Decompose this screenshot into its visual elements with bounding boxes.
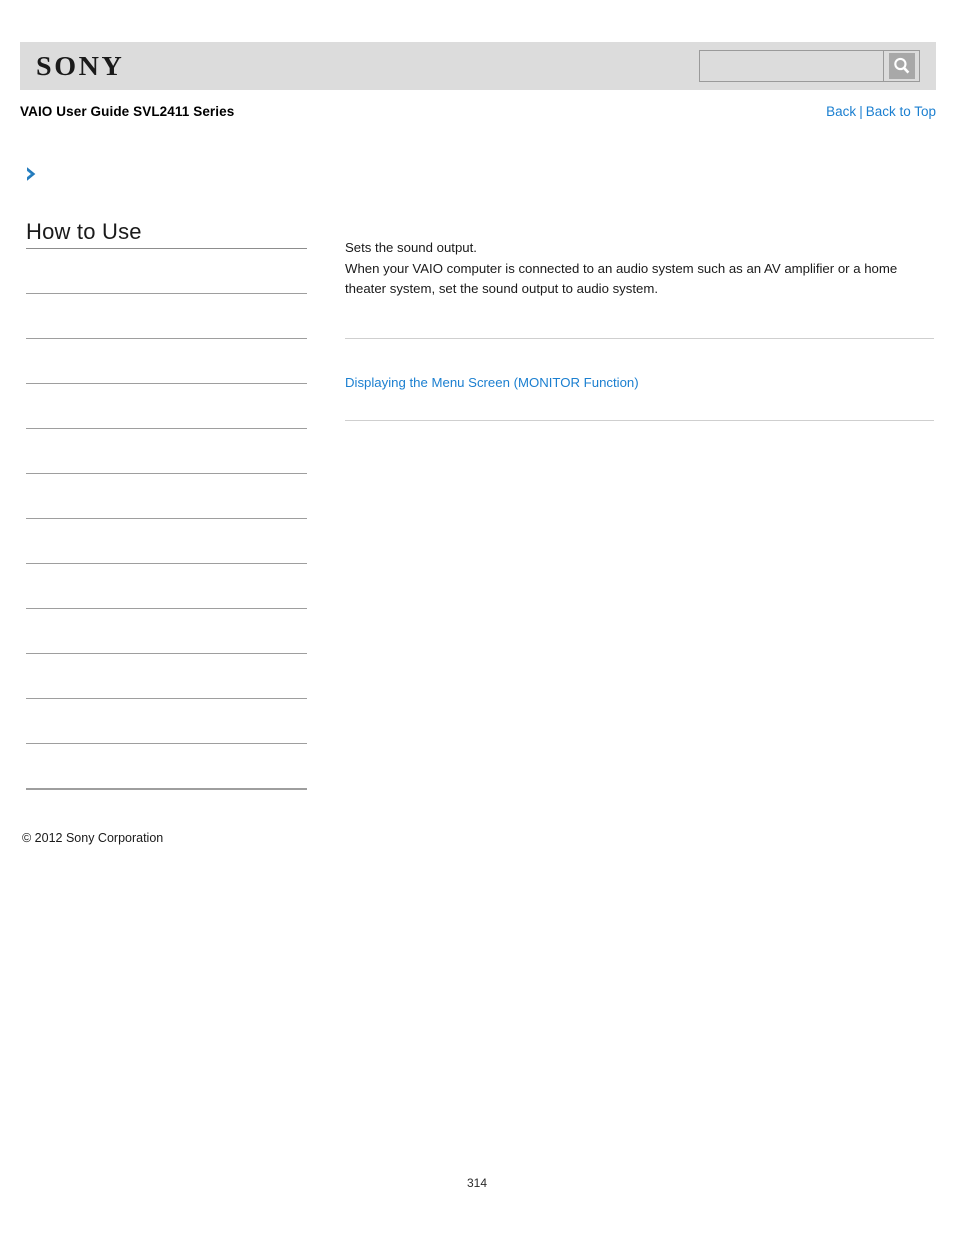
back-to-top-link[interactable]: Back to Top: [866, 104, 936, 119]
page-number: 314: [466, 1176, 488, 1190]
search-icon: [888, 53, 915, 79]
guide-title-row: VAIO User Guide SVL2411 Series Back | Back…: [20, 100, 936, 122]
sidebar-item-9[interactable]: [26, 653, 307, 698]
page-root: SONY VAIO User Guide SVL2411 Series Back…: [0, 0, 954, 1235]
sidebar-heading: How to Use: [26, 219, 142, 244]
main-content: Sets the sound output. When your VAIO co…: [345, 238, 934, 421]
search-button[interactable]: [883, 51, 919, 81]
nav-separator: |: [859, 103, 863, 119]
breadcrumb: [24, 160, 934, 188]
search-group: [699, 50, 920, 82]
content-divider-bottom: [345, 419, 934, 421]
header-bar: SONY: [20, 42, 936, 90]
sidebar-item-8[interactable]: [26, 608, 307, 653]
sidebar-list: [26, 248, 307, 788]
sidebar-item-5[interactable]: [26, 473, 307, 518]
chevron-right-icon[interactable]: [24, 165, 40, 183]
search-input[interactable]: [700, 51, 883, 81]
sidebar-bottom-divider: [26, 788, 307, 790]
copyright-text: © 2012 Sony Corporation: [22, 831, 164, 845]
content-paragraph-1: When your VAIO computer is connected to …: [345, 260, 898, 297]
content-paragraph-0: Sets the sound output.: [345, 240, 477, 255]
sidebar-item-2[interactable]: [26, 338, 307, 383]
back-link[interactable]: Back: [826, 104, 856, 119]
content-divider-top: [345, 337, 934, 339]
header-nav-links: Back | Back to Top: [826, 104, 936, 119]
sidebar-item-7[interactable]: [26, 563, 307, 608]
sony-logo: SONY: [36, 50, 125, 81]
sidebar-item-1[interactable]: [26, 293, 307, 338]
sidebar-item-6[interactable]: [26, 518, 307, 563]
sidebar-item-3[interactable]: [26, 383, 307, 428]
sidebar-item-10[interactable]: [26, 698, 307, 743]
sidebar-item-0[interactable]: [26, 248, 307, 293]
sidebar: How to Use: [26, 218, 307, 790]
related-topic-link[interactable]: Displaying the Menu Screen (MONITOR Func…: [345, 374, 639, 392]
sidebar-item-4[interactable]: [26, 428, 307, 473]
sidebar-item-11[interactable]: [26, 743, 307, 788]
page-title: VAIO User Guide SVL2411 Series: [20, 103, 235, 119]
